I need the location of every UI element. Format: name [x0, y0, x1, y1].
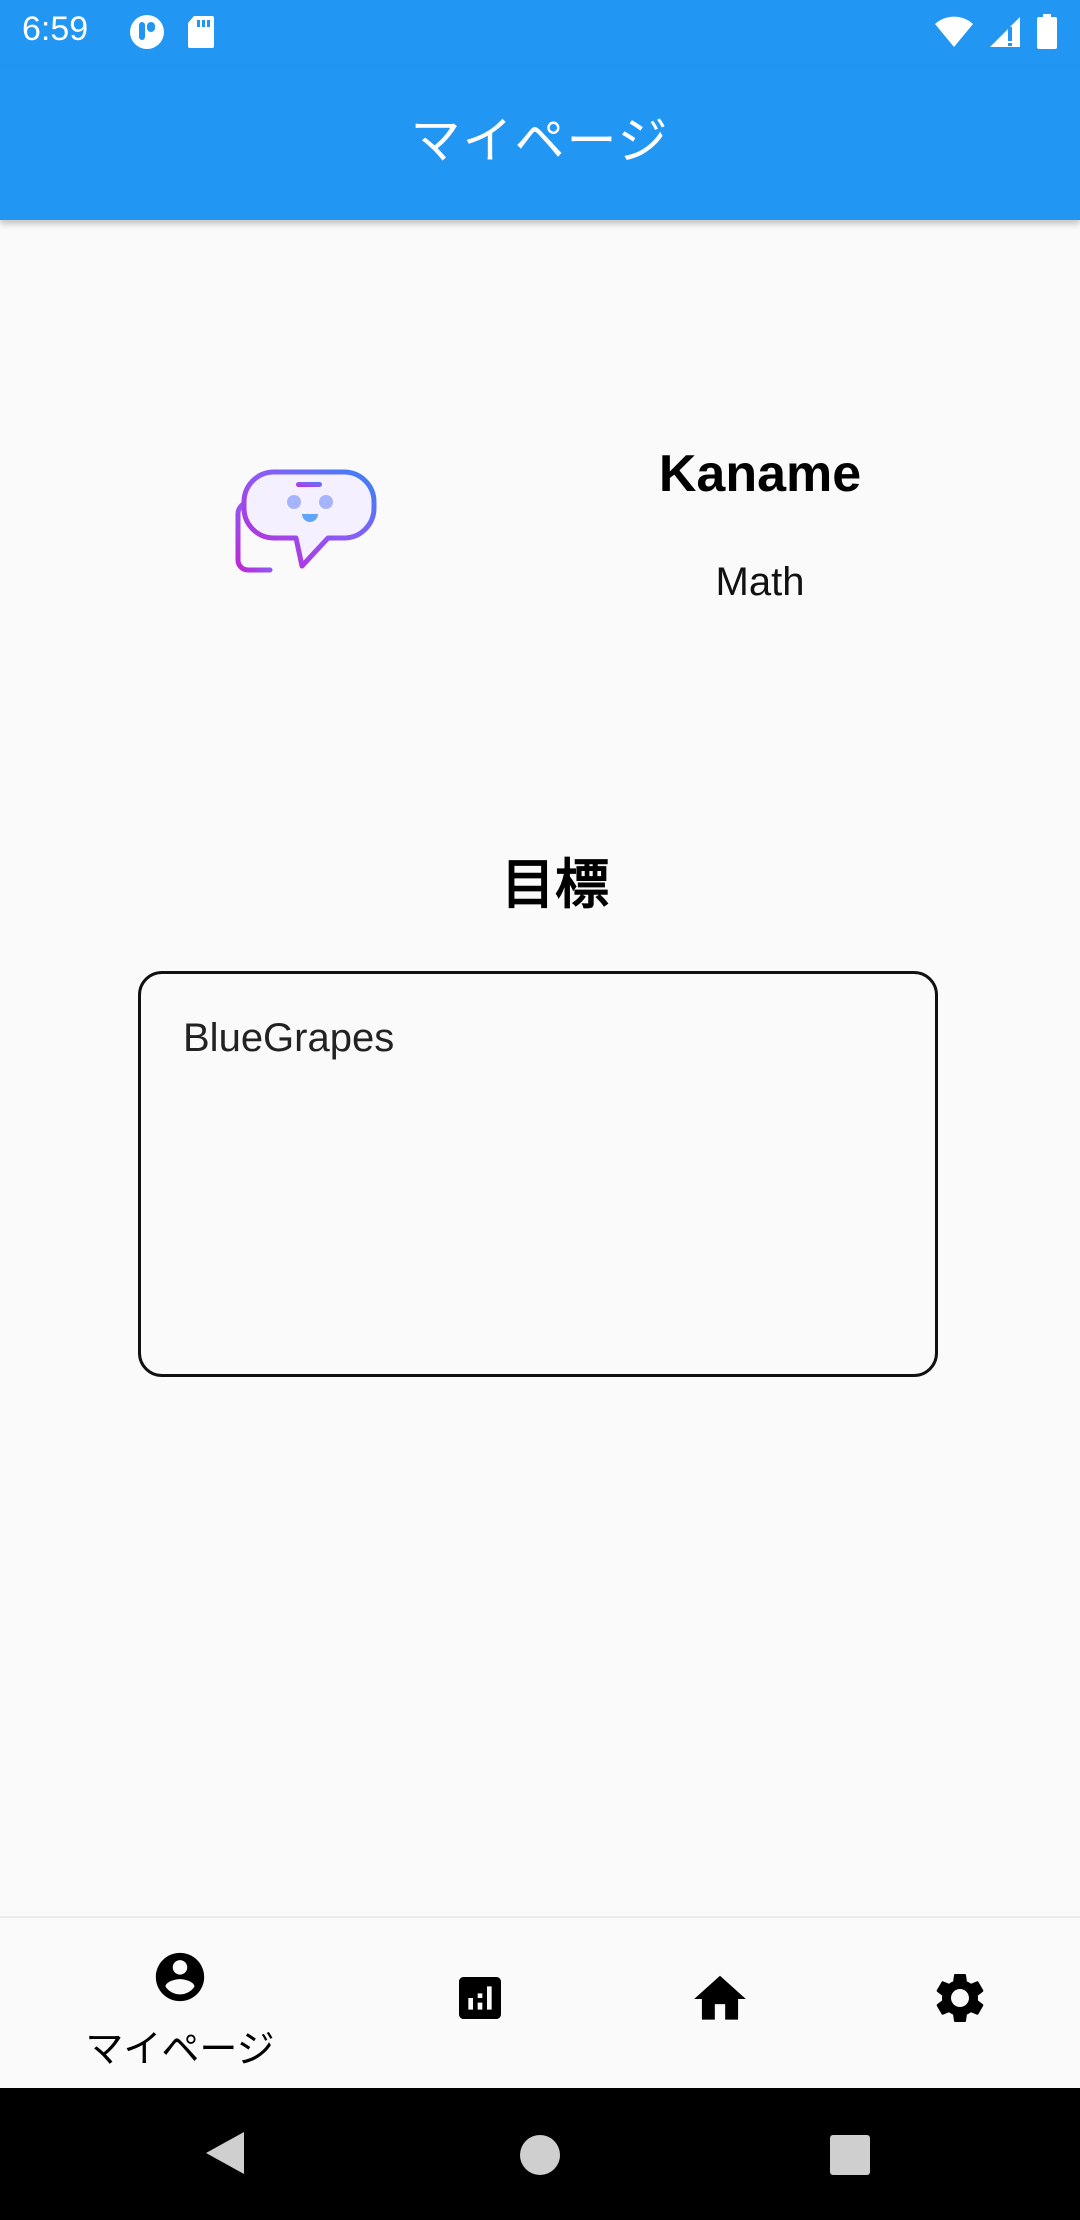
- back-icon[interactable]: [200, 2128, 250, 2182]
- app-notification-icon: [128, 14, 166, 54]
- sd-card-icon: [186, 14, 216, 54]
- goal-text: BlueGrapes: [183, 1016, 395, 1060]
- recents-icon[interactable]: [829, 2134, 871, 2180]
- goal-text-box[interactable]: BlueGrapes: [138, 971, 938, 1377]
- nav-item-mypage[interactable]: マイページ: [60, 1918, 300, 2090]
- system-navigation-bar: [0, 2088, 1080, 2220]
- goal-heading: 目標: [501, 853, 609, 916]
- nav-item-home[interactable]: [600, 1918, 840, 2090]
- profile-subject: Math: [715, 560, 805, 604]
- battery-icon: [1036, 14, 1058, 54]
- chat-bubble-face-icon: [232, 458, 382, 588]
- bar-chart-icon: [459, 1977, 501, 2019]
- wifi-icon: [934, 15, 974, 53]
- nav-label-mypage: マイページ: [85, 2027, 275, 2071]
- page-title: マイページ: [410, 112, 670, 170]
- account-circle-icon: [155, 1952, 205, 2002]
- home-icon: [694, 1975, 746, 2020]
- status-bar: 6:59: [0, 0, 1080, 66]
- nav-item-stats[interactable]: [360, 1918, 600, 2090]
- home-circle-icon[interactable]: [518, 2133, 562, 2181]
- nav-item-settings[interactable]: [840, 1918, 1080, 2090]
- signal-icon: [988, 15, 1022, 53]
- settings-gear-icon: [936, 1974, 984, 2022]
- bottom-navigation: マイページ: [0, 1916, 1080, 2090]
- profile-name: Kaname: [658, 445, 862, 503]
- app-bar: マイページ: [0, 66, 1080, 220]
- status-time: 6:59: [22, 10, 89, 48]
